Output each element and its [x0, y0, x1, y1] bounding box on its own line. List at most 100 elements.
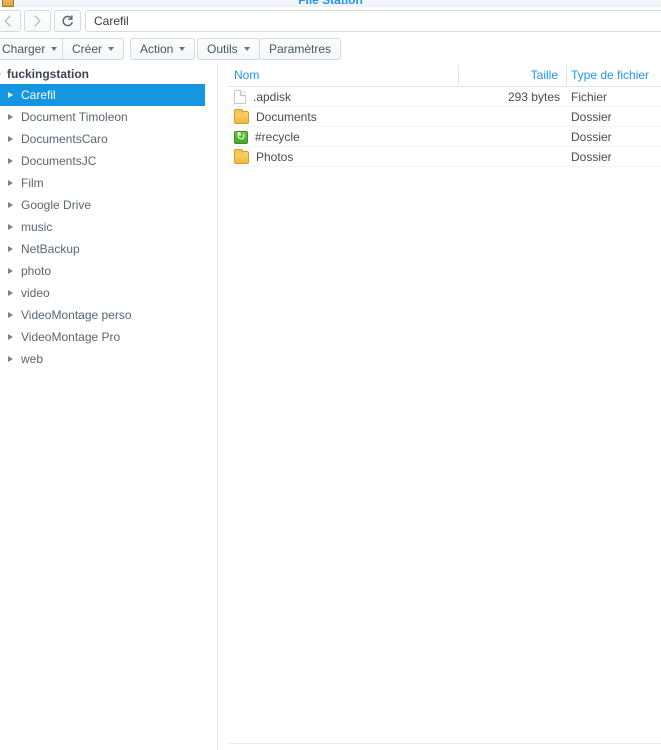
sidebar-item-label: Google Drive — [21, 198, 92, 212]
collapsed-twisty-icon[interactable] — [8, 114, 13, 120]
toolbar-button-label: Outils — [207, 42, 238, 56]
sidebar-item-video[interactable]: video — [0, 282, 217, 304]
chevron-right-icon — [33, 15, 42, 27]
file-name-label: Documents — [256, 110, 317, 124]
sidebar-item-film[interactable]: Film — [0, 172, 217, 194]
navigation-bar — [0, 7, 661, 36]
sidebar-item-document-timoleon[interactable]: Document Timoleon — [0, 106, 217, 128]
file-list-panel: Nom Taille Type de fichier .apdisk 293 by… — [228, 63, 661, 750]
settings-button[interactable]: Paramètres — [259, 38, 342, 60]
file-type-cell: Dossier — [571, 150, 612, 164]
file-size-cell — [458, 127, 560, 147]
toolbar-button-label: Créer — [72, 42, 103, 56]
file-row[interactable]: #recycle Dossier — [228, 127, 661, 147]
sidebar-item-label: DocumentsCaro — [21, 132, 108, 146]
sidebar-item-label: Document Timoleon — [21, 110, 128, 124]
sidebar-item-photo[interactable]: photo — [0, 260, 217, 282]
window-title-bar: File Station — [0, 0, 661, 7]
chevron-down-icon — [108, 47, 115, 51]
file-name-label: #recycle — [255, 130, 300, 144]
sidebar-item-documentscaro[interactable]: DocumentsCaro — [0, 128, 217, 150]
sidebar-item-label: photo — [21, 264, 52, 278]
tree-root-fuckingstation[interactable]: fuckingstation — [0, 63, 217, 84]
sidebar-item-videomontage-pro[interactable]: VideoMontage Pro — [0, 326, 217, 348]
sidebar-item-label: DocumentsJC — [21, 154, 97, 168]
address-input[interactable] — [85, 10, 661, 32]
file-name-cell: Photos — [234, 147, 293, 167]
sidebar-item-web[interactable]: web — [0, 348, 217, 370]
file-row[interactable]: Photos Dossier — [228, 147, 661, 167]
chevron-left-icon — [3, 15, 12, 27]
refresh-icon — [61, 14, 74, 28]
upload-button[interactable]: Charger — [0, 38, 68, 60]
collapsed-twisty-icon[interactable] — [8, 92, 13, 98]
sidebar-item-documentsjc[interactable]: DocumentsJC — [0, 150, 217, 172]
sidebar-item-music[interactable]: music — [0, 216, 217, 238]
column-header-type[interactable]: Type de fichier — [571, 63, 649, 87]
column-header-size[interactable]: Taille — [458, 63, 558, 87]
file-row[interactable]: Documents Dossier — [228, 107, 661, 127]
status-divider — [228, 743, 661, 744]
file-name-cell: .apdisk — [234, 87, 291, 107]
chevron-down-icon — [243, 47, 250, 51]
file-type-cell: Dossier — [571, 110, 612, 124]
sidebar-item-label: web — [21, 352, 44, 366]
sidebar-item-label: video — [21, 286, 50, 300]
sidebar-item-google-drive[interactable]: Google Drive — [0, 194, 217, 216]
file-name-cell: #recycle — [234, 127, 300, 147]
window-title: File Station — [298, 0, 363, 7]
collapsed-twisty-icon[interactable] — [8, 290, 13, 296]
collapsed-twisty-icon[interactable] — [8, 246, 13, 252]
sidebar-item-label: music — [21, 220, 53, 234]
column-header-name[interactable]: Nom — [234, 63, 259, 87]
sidebar-item-label: VideoMontage Pro — [21, 330, 121, 344]
sidebar-item-label: VideoMontage perso — [21, 308, 132, 322]
file-list-body: .apdisk293 bytesFichierDocumentsDossier#… — [228, 87, 661, 167]
file-list-header: Nom Taille Type de fichier — [228, 63, 661, 87]
file-station-window: File Station Charger Créer Action Outils Par… — [0, 0, 661, 750]
action-button[interactable]: Action — [130, 38, 196, 60]
file-type-cell: Dossier — [571, 130, 612, 144]
refresh-button[interactable] — [54, 10, 81, 32]
collapsed-twisty-icon[interactable] — [8, 268, 13, 274]
sidebar-item-label: Film — [21, 176, 44, 190]
recycle-icon — [234, 130, 248, 144]
toolbar-button-label: Paramètres — [269, 42, 332, 56]
sidebar-item-netbackup[interactable]: NetBackup — [0, 238, 217, 260]
chevron-down-icon — [51, 47, 58, 51]
toolbar-button-label: Charger — [2, 42, 46, 56]
collapsed-twisty-icon[interactable] — [8, 158, 13, 164]
file-name-label: Photos — [256, 150, 294, 164]
toolbar: Charger Créer Action Outils Paramètres — [0, 36, 661, 63]
file-size-cell: 293 bytes — [507, 90, 560, 104]
tree-root-label: fuckingstation — [7, 66, 90, 81]
folder-icon — [234, 108, 249, 124]
collapsed-twisty-icon[interactable] — [8, 202, 13, 208]
expanded-twisty-icon — [0, 70, 1, 77]
collapsed-twisty-icon[interactable] — [8, 334, 13, 340]
file-name-cell: Documents — [234, 107, 317, 127]
file-name-label: .apdisk — [253, 90, 292, 104]
chevron-down-icon — [179, 47, 186, 51]
folder-tree-sidebar: fuckingstation Carefil Document Timoleon D… — [0, 63, 218, 750]
back-button[interactable] — [0, 10, 21, 32]
folder-icon — [234, 148, 249, 164]
column-divider[interactable] — [566, 65, 567, 85]
sidebar-item-carefil[interactable]: Carefil — [0, 84, 205, 106]
create-button[interactable]: Créer — [62, 38, 125, 60]
collapsed-twisty-icon[interactable] — [8, 136, 13, 142]
file-row[interactable]: .apdisk 293 bytes Fichier — [228, 87, 661, 107]
toolbar-button-label: Action — [140, 42, 174, 56]
file-type-cell: Fichier — [571, 90, 608, 104]
sidebar-item-videomontage-perso[interactable]: VideoMontage perso — [0, 304, 217, 326]
sidebar-item-label: NetBackup — [21, 242, 80, 256]
sidebar-item-label: Carefil — [21, 88, 56, 102]
collapsed-twisty-icon[interactable] — [8, 312, 13, 318]
forward-button[interactable] — [24, 10, 51, 32]
collapsed-twisty-icon[interactable] — [8, 180, 13, 186]
tools-button[interactable]: Outils — [197, 38, 260, 60]
collapsed-twisty-icon[interactable] — [8, 224, 13, 230]
file-size-cell — [458, 107, 560, 127]
file-size-cell — [458, 147, 560, 167]
collapsed-twisty-icon[interactable] — [8, 356, 13, 362]
